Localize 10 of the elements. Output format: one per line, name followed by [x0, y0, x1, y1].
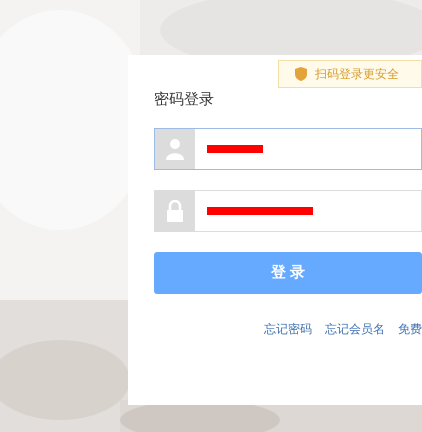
login-title: 密码登录	[154, 90, 215, 110]
username-field[interactable]	[154, 128, 422, 170]
shield-icon	[295, 67, 307, 81]
footer-link[interactable]: 忘记会员名	[325, 320, 385, 338]
password-field[interactable]	[154, 190, 422, 232]
lock-icon	[167, 200, 183, 222]
user-icon	[166, 138, 184, 160]
footer-link[interactable]: 免费	[398, 320, 422, 338]
footer-link[interactable]: 忘记密码	[264, 320, 312, 338]
badge-text: 扫码登录更安全	[315, 66, 399, 83]
